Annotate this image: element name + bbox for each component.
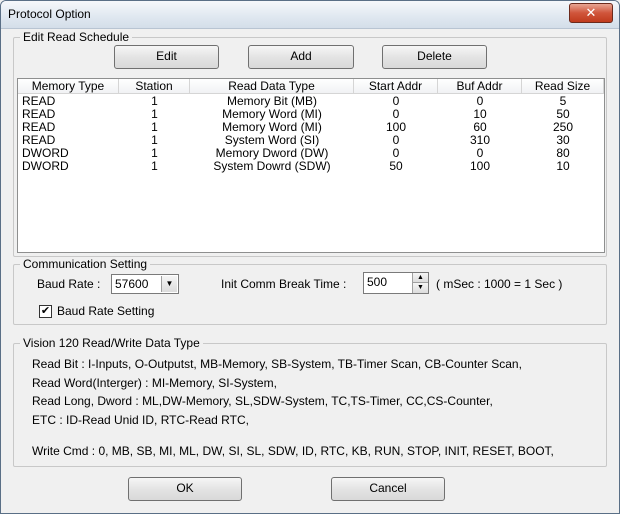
column-header-read-data-type[interactable]: Read Data Type (190, 79, 354, 94)
baud-rate-value: 57600 (115, 277, 149, 291)
info-line-read-word: Read Word(Interger) : MI-Memory, SI-Syst… (32, 376, 277, 390)
vision-data-type-legend: Vision 120 Read/Write Data Type (23, 336, 200, 350)
window-title: Protocol Option (8, 7, 91, 21)
init-comm-break-input[interactable]: 500 ▲ ▼ (363, 272, 429, 294)
cell-read-data-type: System Dowrd (SDW) (213, 159, 331, 173)
chevron-down-icon[interactable]: ▼ (161, 276, 177, 292)
column-header-start-addr[interactable]: Start Addr (354, 79, 438, 94)
init-comm-break-value: 500 (367, 275, 388, 289)
baud-rate-setting-checkbox[interactable]: ✔ (39, 305, 52, 318)
column-header-read-size[interactable]: Read Size (522, 79, 604, 94)
spin-down-icon[interactable]: ▼ (412, 283, 428, 293)
cell-start-addr: 50 (389, 159, 403, 173)
add-button[interactable]: Add (248, 45, 354, 69)
edit-button[interactable]: Edit (114, 45, 219, 69)
baud-rate-label: Baud Rate : (37, 277, 101, 291)
baud-rate-select[interactable]: 57600 ▼ (111, 274, 179, 294)
edit-read-schedule-legend: Edit Read Schedule (23, 30, 130, 44)
cell-memory-type: DWORD (22, 159, 69, 173)
close-icon: ✕ (585, 5, 597, 20)
read-schedule-table[interactable]: Memory Type Station Read Data Type Start Ad… (17, 78, 605, 253)
column-header-buf-addr[interactable]: Buf Addr (438, 79, 522, 94)
cell-buf-addr: 100 (469, 159, 491, 173)
protocol-option-dialog: Protocol Option ✕ Edit Read Schedule Edi… (0, 0, 620, 514)
ok-button[interactable]: OK (128, 477, 242, 501)
init-comm-break-label: Init Comm Break Time : (221, 277, 347, 291)
checkmark-icon: ✔ (40, 305, 51, 317)
init-comm-break-hint: ( mSec : 1000 = 1 Sec ) (436, 277, 563, 291)
info-line-write-cmd: Write Cmd : 0, MB, SB, MI, ML, DW, SI, S… (32, 444, 554, 458)
table-header: Memory Type Station Read Data Type Start Ad… (18, 79, 604, 94)
table-row[interactable]: DWORD 1 System Dowrd (SDW) 50 100 10 (18, 160, 604, 173)
close-button[interactable]: ✕ (569, 3, 613, 23)
cell-station: 1 (151, 159, 158, 173)
info-line-read-long: Read Long, Dword : ML,DW-Memory, SL,SDW-… (32, 394, 493, 408)
cancel-button[interactable]: Cancel (331, 477, 445, 501)
column-header-station[interactable]: Station (119, 79, 190, 94)
title-bar[interactable]: Protocol Option ✕ (1, 1, 619, 29)
column-header-memory-type[interactable]: Memory Type (18, 79, 119, 94)
baud-rate-setting-label: Baud Rate Setting (57, 304, 155, 318)
info-line-read-bit: Read Bit : I-Inputs, O-Outputst, MB-Memo… (32, 357, 522, 371)
cell-read-size: 10 (556, 159, 570, 173)
communication-setting-legend: Communication Setting (23, 257, 148, 271)
delete-button[interactable]: Delete (382, 45, 487, 69)
spin-up-icon[interactable]: ▲ (412, 273, 428, 283)
info-line-etc: ETC : ID-Read Unid ID, RTC-Read RTC, (32, 413, 249, 427)
